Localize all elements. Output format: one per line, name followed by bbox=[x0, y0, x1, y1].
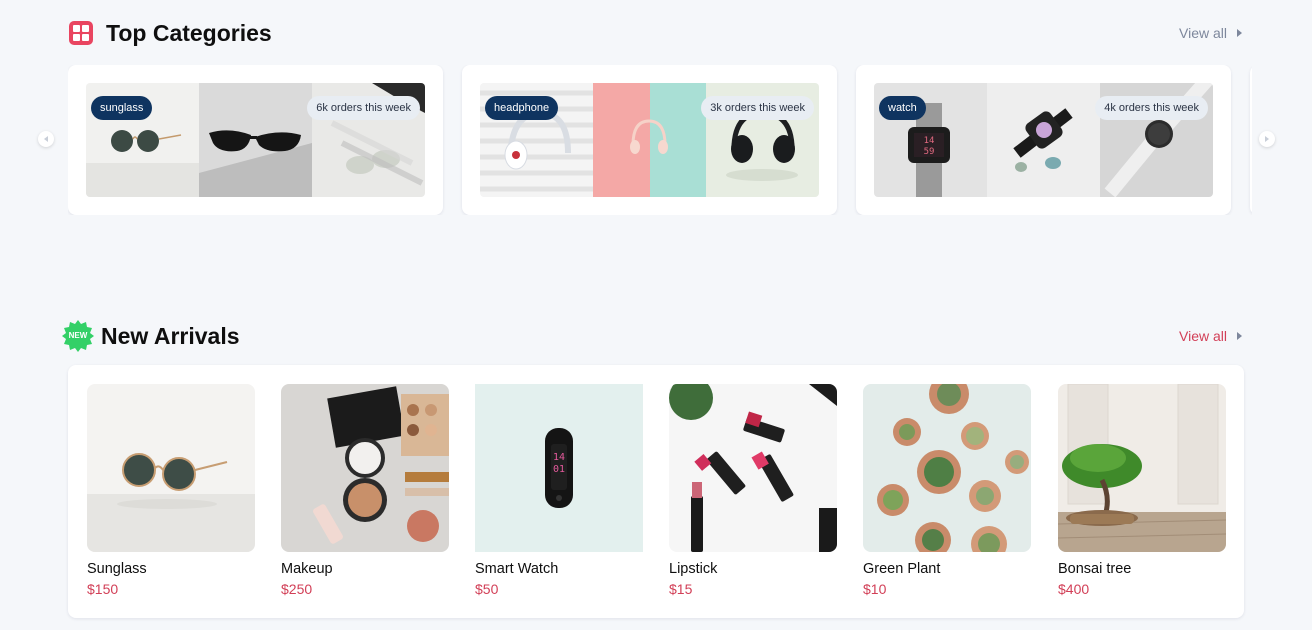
svg-text:01: 01 bbox=[553, 464, 565, 475]
category-card-watch[interactable]: 14 59 watch 4k orders this week bbox=[856, 65, 1231, 215]
product-card-bonsai-tree[interactable]: Bonsai tree $400 bbox=[1058, 384, 1226, 597]
new-arrivals-grid: Sunglass $150 Makeup $250 14 01 Smart Wa… bbox=[68, 365, 1244, 618]
orders-count-badge: 6k orders this week bbox=[307, 96, 420, 120]
product-price: $15 bbox=[669, 581, 693, 597]
svg-text:14: 14 bbox=[924, 136, 935, 146]
product-image bbox=[1058, 384, 1226, 552]
product-price: $10 bbox=[863, 581, 887, 597]
category-image-strip: 14 59 watch 4k orders this week bbox=[874, 83, 1213, 197]
section-title-top-categories: Top Categories bbox=[106, 19, 272, 46]
view-all-new-arrivals-link[interactable]: View all bbox=[1179, 328, 1242, 344]
category-card-next[interactable] bbox=[1250, 65, 1252, 215]
product-card-lipstick[interactable]: Lipstick $15 bbox=[669, 384, 837, 597]
sunglass-image-2 bbox=[199, 83, 312, 197]
category-carousel: sunglass 6k orders this week headphone 3… bbox=[68, 65, 1252, 215]
caret-right-icon bbox=[1237, 332, 1242, 340]
category-badge: headphone bbox=[485, 96, 559, 120]
new-badge-icon: NEW bbox=[62, 320, 94, 352]
product-image bbox=[281, 384, 449, 552]
view-all-categories-link[interactable]: View all bbox=[1179, 25, 1242, 41]
section-title-new-arrivals: New Arrivals bbox=[101, 322, 240, 349]
orders-count-badge: 3k orders this week bbox=[701, 96, 814, 120]
product-name: Lipstick bbox=[669, 561, 718, 577]
product-card-smart-watch[interactable]: 14 01 Smart Watch $50 bbox=[475, 384, 643, 597]
product-name: Makeup bbox=[281, 561, 333, 577]
product-card-sunglass[interactable]: Sunglass $150 bbox=[87, 384, 255, 597]
watch-image-2 bbox=[987, 83, 1100, 197]
product-image bbox=[669, 384, 837, 552]
product-price: $150 bbox=[87, 581, 119, 597]
category-card-headphone[interactable]: headphone 3k orders this week bbox=[462, 65, 837, 215]
new-arrivals-header: NEW New Arrivals View all bbox=[62, 319, 1244, 353]
product-image bbox=[863, 384, 1031, 552]
chevron-left-icon bbox=[44, 136, 48, 142]
view-all-label: View all bbox=[1179, 328, 1227, 344]
product-price: $250 bbox=[281, 581, 313, 597]
headphone-image-2 bbox=[593, 83, 706, 197]
product-name: Sunglass bbox=[87, 561, 147, 577]
top-categories-header: Top Categories View all bbox=[68, 16, 1244, 50]
product-name: Bonsai tree bbox=[1058, 561, 1132, 577]
svg-text:14: 14 bbox=[553, 452, 565, 463]
category-card-sunglass[interactable]: sunglass 6k orders this week bbox=[68, 65, 443, 215]
orders-count-badge: 4k orders this week bbox=[1095, 96, 1208, 120]
product-image: 14 01 bbox=[475, 384, 643, 552]
svg-text:59: 59 bbox=[924, 147, 935, 157]
category-badge: sunglass bbox=[91, 96, 153, 120]
chevron-right-icon bbox=[1265, 136, 1269, 142]
category-image-strip: headphone 3k orders this week bbox=[480, 83, 819, 197]
product-price: $400 bbox=[1058, 581, 1090, 597]
carousel-next-button[interactable] bbox=[1259, 131, 1275, 147]
product-name: Green Plant bbox=[863, 561, 941, 577]
product-card-green-plant[interactable]: Green Plant $10 bbox=[863, 384, 1031, 597]
product-price: $50 bbox=[475, 581, 499, 597]
product-image bbox=[87, 384, 255, 552]
new-badge-label: NEW bbox=[68, 331, 88, 340]
carousel-prev-button[interactable] bbox=[38, 131, 54, 147]
product-name: Smart Watch bbox=[475, 561, 559, 577]
caret-right-icon bbox=[1237, 29, 1242, 37]
view-all-label: View all bbox=[1179, 25, 1227, 41]
category-image-strip: sunglass 6k orders this week bbox=[86, 83, 425, 197]
category-badge: watch bbox=[879, 96, 926, 120]
category-grid-icon bbox=[68, 20, 94, 46]
product-card-makeup[interactable]: Makeup $250 bbox=[281, 384, 449, 597]
